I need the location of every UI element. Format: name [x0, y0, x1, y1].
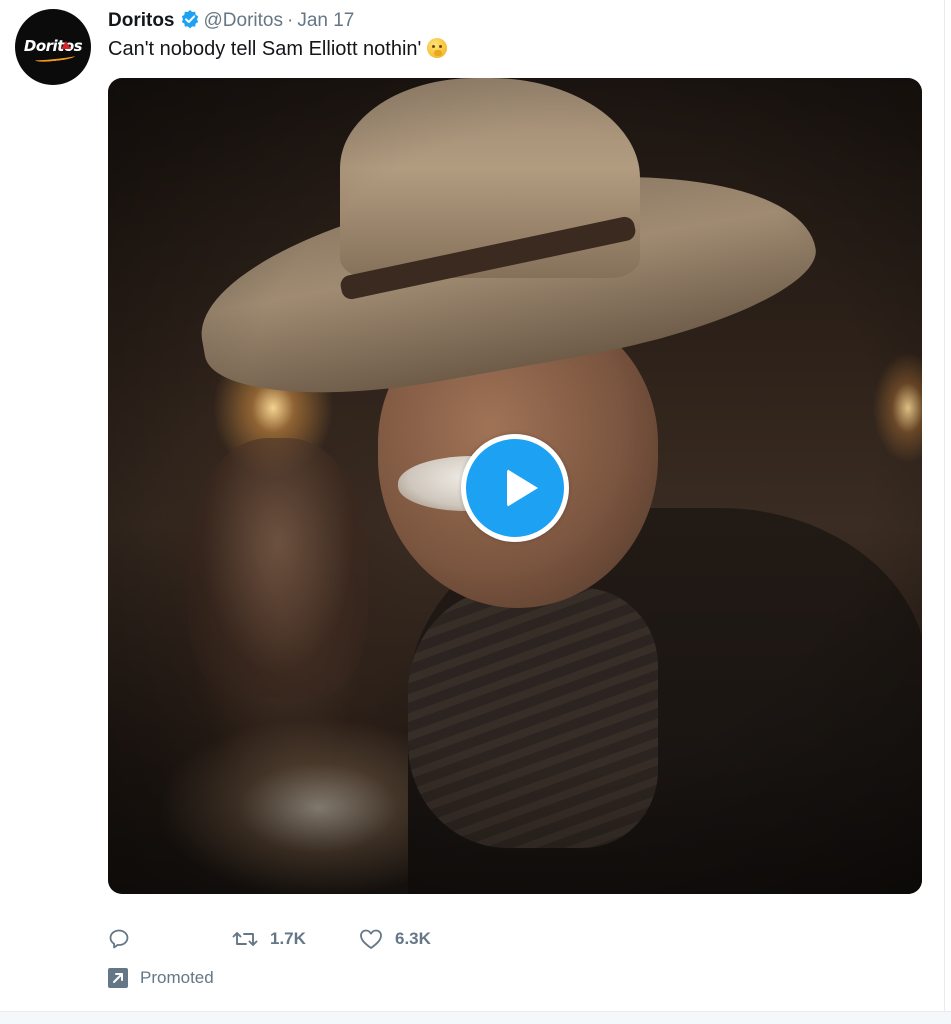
doritos-logo: Doritos — [23, 37, 83, 55]
play-button[interactable] — [461, 434, 569, 542]
timeline-border-right — [944, 0, 945, 1012]
tweet-date[interactable]: Jan 17 — [297, 10, 354, 31]
tweet-actions: 1.7K 6.3K — [108, 926, 708, 952]
like-button[interactable]: 6.3K — [359, 926, 431, 952]
tweet-text: Can't nobody tell Sam Elliott nothin' — [108, 37, 448, 61]
retweet-button[interactable]: 1.7K — [232, 926, 306, 952]
retweet-count: 1.7K — [270, 929, 306, 948]
promoted-indicator[interactable]: Promoted — [108, 966, 214, 990]
tweet-text-content: Can't nobody tell Sam Elliott nothin' — [108, 38, 422, 60]
tweet-header: Doritos @Doritos · Jan 17 — [108, 9, 354, 31]
author-handle[interactable]: @Doritos — [204, 10, 283, 31]
heart-icon — [360, 929, 382, 949]
avatar[interactable]: Doritos — [15, 9, 91, 85]
like-count: 6.3K — [395, 929, 431, 948]
reply-icon — [109, 929, 129, 949]
verified-badge-icon — [180, 9, 200, 29]
author-name[interactable]: Doritos — [108, 10, 175, 31]
timeline-gap — [0, 1012, 951, 1024]
reply-button[interactable] — [108, 926, 142, 952]
separator-dot: · — [286, 10, 294, 31]
video-player[interactable] — [108, 78, 922, 894]
logo-triangle-icon — [61, 41, 71, 49]
shushing-face-icon — [427, 38, 448, 58]
retweet-icon — [232, 932, 258, 946]
promoted-label: Promoted — [140, 968, 214, 987]
tweet-card[interactable]: Doritos Doritos @Doritos · Jan 17 Can't nob… — [0, 0, 951, 1012]
promoted-arrow-icon — [108, 968, 128, 988]
play-icon — [507, 469, 538, 507]
